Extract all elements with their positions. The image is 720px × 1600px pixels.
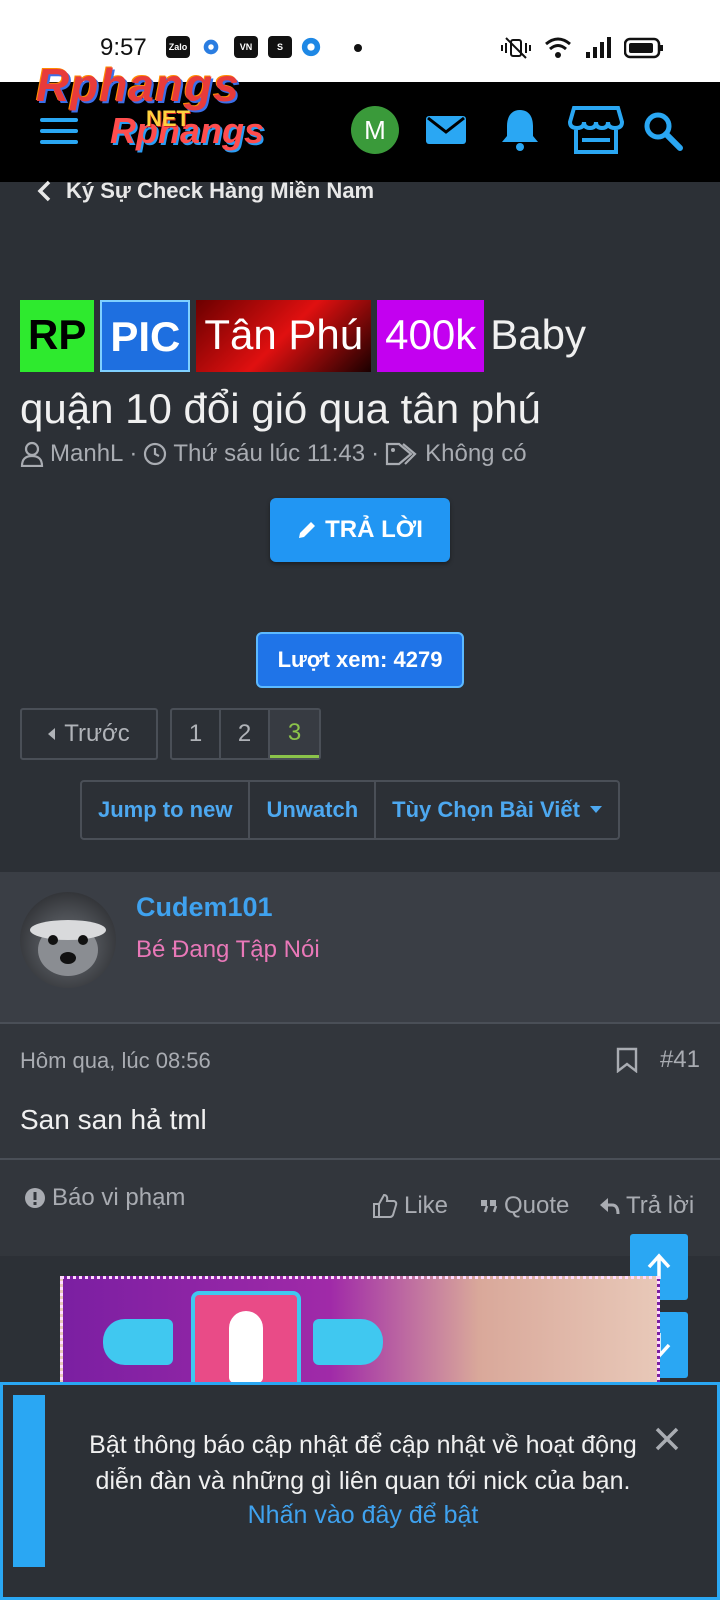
menu-icon[interactable]	[40, 118, 78, 144]
mail-icon[interactable]	[422, 106, 470, 154]
report-link[interactable]: Báo vi phạm	[24, 1184, 185, 1212]
page-link-3-current[interactable]: 3	[270, 710, 319, 758]
thread-date[interactable]: Thứ sáu lúc 11:43	[173, 440, 365, 468]
page-link-2[interactable]: 2	[221, 710, 270, 758]
like-button[interactable]: Like	[372, 1192, 448, 1220]
notification-dot	[354, 44, 362, 52]
ad-silhouette-frame	[191, 1291, 301, 1383]
breadcrumb-label: Ký Sự Check Hàng Miền Nam	[66, 178, 375, 203]
thread-tags: Không có	[425, 440, 527, 467]
battery-icon	[624, 37, 663, 59]
chat-app-icon	[300, 36, 322, 63]
site-logo[interactable]: Rphangs	[36, 58, 240, 112]
quote-button[interactable]: Quote	[480, 1192, 569, 1220]
user-icon	[20, 441, 44, 467]
thread-tools: Jump to new Unwatch Tùy Chọn Bài Viết	[80, 780, 620, 840]
like-label: Like	[404, 1192, 449, 1219]
post-user-title: Bé Đang Tập Nói	[136, 936, 320, 963]
quote-icon	[481, 1200, 498, 1213]
enable-notifications-link[interactable]: Nhấn vào đây để bật	[63, 1501, 663, 1530]
alert-icon	[25, 1188, 45, 1208]
post-user-block: Cudem101 Bé Đang Tập Nói	[0, 872, 720, 1022]
post-username[interactable]: Cudem101	[136, 892, 273, 923]
meta-separator: ·	[129, 440, 138, 467]
vn-app-icon: VN	[234, 36, 258, 58]
prefix-rp[interactable]: RP	[20, 300, 95, 372]
thread-author[interactable]: ManhL	[50, 440, 123, 468]
prefix-pic[interactable]: PIC	[100, 300, 191, 372]
post-number[interactable]: #41	[660, 1046, 700, 1074]
thread-title: RP PIC Tân Phú 400k Baby quận 10 đổi gió qua…	[20, 300, 700, 444]
pointing-hand-icon	[313, 1319, 383, 1365]
site-logo-net: NET	[146, 106, 190, 131]
reply-arrow-icon	[600, 1198, 620, 1215]
post-body: Hôm qua, lúc 08:56 #41 San san hả tml Bá…	[0, 1022, 720, 1256]
view-count-badge: Lượt xem: 4279	[256, 632, 464, 688]
close-icon[interactable]	[653, 1425, 681, 1453]
reply-button[interactable]: TRẢ LỜI	[270, 498, 450, 562]
user-avatar[interactable]	[20, 892, 116, 988]
post-reply-label: Trả lời	[626, 1192, 695, 1219]
thread-options-label: Tùy Chọn Bài Viết	[392, 797, 580, 822]
bell-icon[interactable]	[496, 106, 544, 154]
ad-banner[interactable]	[60, 1276, 660, 1386]
quote-label: Quote	[504, 1192, 570, 1219]
tags-icon	[386, 442, 417, 466]
prefix-tan-phu[interactable]: Tân Phú	[196, 300, 372, 372]
thread-title-line2: quận 10 đổi gió qua tân phú	[20, 385, 541, 432]
chevron-left-icon	[37, 180, 51, 202]
pagination-prev-button[interactable]: Trước	[20, 708, 158, 760]
pagination: 1 2 3	[170, 708, 321, 760]
post-date[interactable]: Hôm qua, lúc 08:56	[20, 1048, 211, 1074]
post-content: San san hả tml	[20, 1104, 207, 1135]
thumbs-up-icon	[373, 1193, 398, 1218]
meta-separator: ·	[371, 440, 380, 467]
thread-options-button[interactable]: Tùy Chọn Bài Viết	[376, 782, 618, 838]
reply-button-label: TRẢ LỜI	[325, 516, 423, 543]
search-icon[interactable]	[642, 110, 684, 158]
post-reply-button[interactable]: Trả lời	[598, 1192, 694, 1220]
post-divider	[0, 1158, 720, 1160]
unwatch-button[interactable]: Unwatch	[250, 782, 377, 838]
jump-to-new-button[interactable]: Jump to new	[82, 782, 251, 838]
caret-down-icon	[589, 806, 602, 813]
notice-text: Bật thông báo cập nhật để cập nhật về ho…	[89, 1431, 637, 1495]
caret-left-icon	[48, 728, 56, 740]
post-number-block: #41	[616, 1046, 700, 1074]
store-icon[interactable]	[567, 104, 625, 154]
silhouette-icon	[229, 1311, 263, 1383]
bookmark-icon[interactable]	[616, 1047, 638, 1073]
mute-vibrate-icon	[501, 37, 531, 59]
page-link-1[interactable]: 1	[172, 710, 221, 758]
thread-title-line1: Baby	[490, 311, 586, 358]
report-label: Báo vi phạm	[52, 1184, 186, 1211]
account-avatar[interactable]: M	[351, 106, 399, 154]
zalo-icon: Zalo	[166, 36, 190, 58]
pagination-prev-label: Trước	[64, 720, 130, 747]
breadcrumb[interactable]: Ký Sự Check Hàng Miền Nam	[36, 178, 374, 204]
thread-meta: ManhL · Thứ sáu lúc 11:43 · Không có	[20, 440, 527, 468]
pointing-hand-icon	[103, 1319, 173, 1365]
notice-accent-bar	[13, 1395, 45, 1567]
wifi-icon	[545, 37, 571, 58]
prefix-400k[interactable]: 400k	[377, 300, 485, 372]
status-right	[500, 36, 664, 60]
clock-icon	[144, 442, 167, 466]
s-app-icon: S	[268, 36, 292, 58]
signal-icon	[586, 37, 611, 58]
pencil-icon	[299, 522, 316, 538]
push-notification-banner: Bật thông báo cập nhật để cập nhật về ho…	[0, 1382, 720, 1600]
